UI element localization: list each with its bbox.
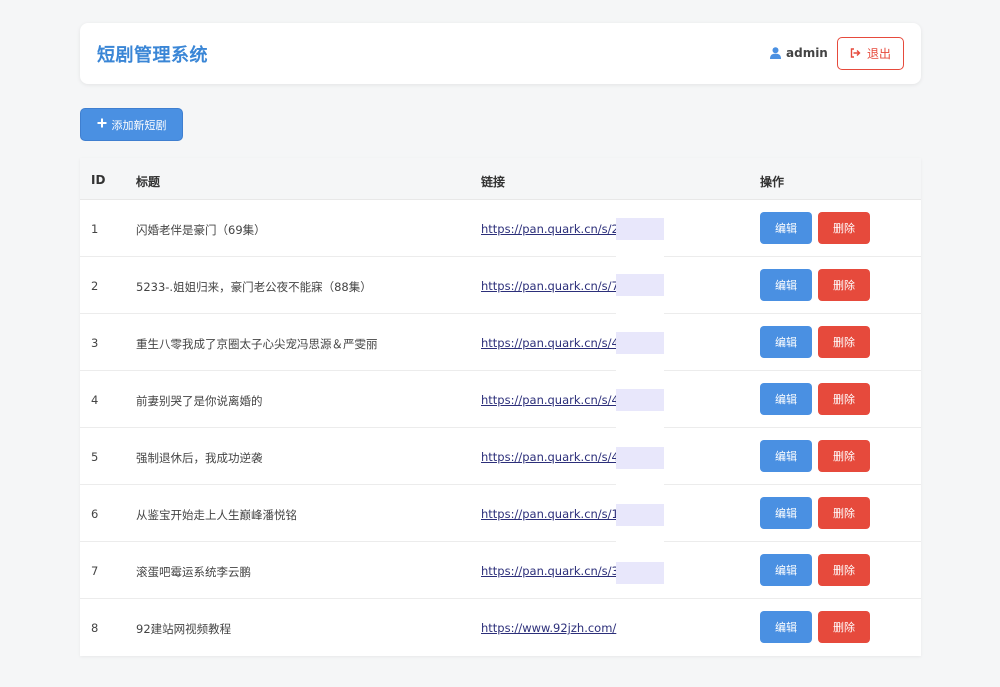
column-id: ID [91,173,106,187]
add-drama-label: 添加新短剧 [111,118,167,132]
row-title: 5233-.姐姐归来，豪门老公夜不能寐（88集） [136,280,372,294]
app-header: 短剧管理系统 admin 退出 [80,23,921,84]
table-row: 3 重生八零我成了京圈太子心尖宠冯思源＆严雯丽 https://pan.quar… [80,314,921,371]
logout-button[interactable]: 退出 [837,37,904,70]
redaction-overlay [616,212,664,587]
redaction-block [616,389,664,411]
table-row: 5 强制退休后，我成功逆袭 https://pan.quark.cn/s/418… [80,428,921,485]
row-id: 1 [91,222,99,236]
row-title: 92建站网视频教程 [136,622,232,636]
delete-button[interactable]: 删除 [818,440,870,472]
row-id: 7 [91,564,99,578]
redaction-block [616,218,664,240]
row-id: 5 [91,450,99,464]
row-title: 前妻别哭了是你说离婚的 [136,394,263,408]
row-link[interactable]: https://www.92jzh.com/ [481,621,616,635]
edit-button[interactable]: 编辑 [760,212,812,244]
username: admin [786,46,828,60]
column-title: 标题 [136,175,161,189]
row-title: 从鉴宝开始走上人生巅峰潘悦铭 [136,508,297,522]
redaction-block [616,504,664,526]
edit-button[interactable]: 编辑 [760,440,812,472]
delete-button[interactable]: 删除 [818,212,870,244]
row-id: 6 [91,507,99,521]
delete-button[interactable]: 删除 [818,497,870,529]
table-row: 2 5233-.姐姐归来，豪门老公夜不能寐（88集） https://pan.q… [80,257,921,314]
table-row: 6 从鉴宝开始走上人生巅峰潘悦铭 https://pan.quark.cn/s/… [80,485,921,542]
row-title: 闪婚老伴是豪门（69集） [136,223,266,237]
row-id: 8 [91,621,99,635]
row-id: 4 [91,393,99,407]
edit-button[interactable]: 编辑 [760,269,812,301]
column-link: 链接 [481,175,506,189]
table-row: 7 滚蛋吧霉运系统李云鹏 https://pan.quark.cn/s/3d9 … [80,542,921,599]
redaction-block [616,332,664,354]
table-header: ID 标题 链接 操作 [80,158,921,200]
edit-button[interactable]: 编辑 [760,611,812,643]
table-row: 4 前妻别哭了是你说离婚的 https://pan.quark.cn/s/449… [80,371,921,428]
row-title: 滚蛋吧霉运系统李云鹏 [136,565,251,579]
delete-button[interactable]: 删除 [818,611,870,643]
edit-button[interactable]: 编辑 [760,383,812,415]
edit-button[interactable]: 编辑 [760,326,812,358]
user-icon [770,47,781,59]
row-id: 2 [91,279,99,293]
redaction-block [616,447,664,469]
redaction-block [616,274,664,296]
delete-button[interactable]: 删除 [818,383,870,415]
drama-table: ID 标题 链接 操作 1 闪婚老伴是豪门（69集） https://pan.q… [80,158,921,656]
delete-button[interactable]: 删除 [818,326,870,358]
delete-button[interactable]: 删除 [818,269,870,301]
table-row: 8 92建站网视频教程 https://www.92jzh.com/ 编辑 删除 [80,599,921,656]
delete-button[interactable]: 删除 [818,554,870,586]
add-drama-button[interactable]: 添加新短剧 [80,108,183,141]
column-actions: 操作 [760,175,785,189]
app-title: 短剧管理系统 [97,45,208,66]
edit-button[interactable]: 编辑 [760,554,812,586]
plus-icon [97,118,107,131]
row-title: 重生八零我成了京圈太子心尖宠冯思源＆严雯丽 [136,337,378,351]
row-title: 强制退休后，我成功逆袭 [136,451,263,465]
logout-label: 退出 [866,47,891,61]
current-user: admin [770,46,828,60]
table-row: 1 闪婚老伴是豪门（69集） https://pan.quark.cn/s/25… [80,200,921,257]
sign-out-icon [850,47,861,61]
edit-button[interactable]: 编辑 [760,497,812,529]
redaction-block [616,562,664,584]
row-id: 3 [91,336,99,350]
